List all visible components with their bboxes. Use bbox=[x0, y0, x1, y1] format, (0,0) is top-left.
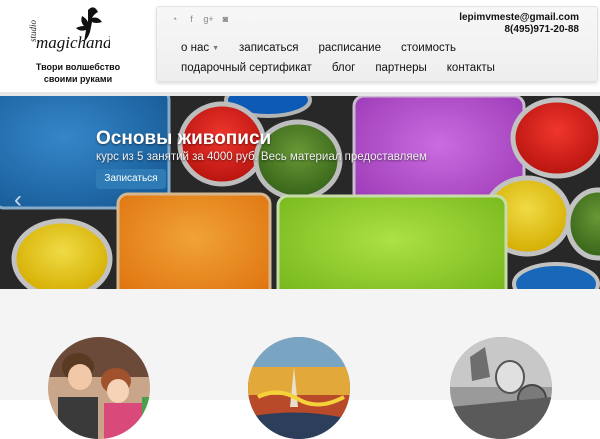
tagline-line-1: Твори волшебство bbox=[35, 62, 121, 72]
menu-panel: ◔ f g+ ◙ lepimvmeste@gmail.com 8(495)971… bbox=[156, 6, 598, 82]
contact-email[interactable]: lepimvmeste@gmail.com bbox=[459, 12, 579, 24]
facebook-icon[interactable]: f bbox=[186, 13, 197, 24]
drawing-photo bbox=[450, 337, 552, 439]
slide-title: Основы живописи bbox=[96, 128, 272, 149]
nav-item-schedule[interactable]: расписание bbox=[308, 40, 391, 56]
nav-item-prices[interactable]: стоимость bbox=[391, 40, 466, 56]
feature-image-children[interactable] bbox=[48, 337, 150, 439]
svg-text:magichands: magichands bbox=[36, 33, 110, 52]
feature-image-painting[interactable] bbox=[248, 337, 350, 439]
nav-item-partners[interactable]: партнеры bbox=[365, 60, 436, 76]
chevron-down-icon: ▼ bbox=[212, 45, 220, 52]
site-header: studio magichands Твори волшебство своим… bbox=[0, 0, 600, 92]
tagline: Твори волшебство своими руками bbox=[18, 61, 138, 85]
contact-info: lepimvmeste@gmail.com 8(495)971-20-88 bbox=[459, 12, 579, 36]
paint-cans-image bbox=[0, 96, 600, 289]
signup-button[interactable]: Записаться bbox=[96, 169, 166, 189]
feature-image-drawing[interactable] bbox=[450, 337, 552, 439]
instagram-icon[interactable]: ◙ bbox=[220, 13, 231, 24]
nav-item-signup[interactable]: записаться bbox=[229, 40, 308, 56]
slide-subtitle: курс из 5 занятий за 4000 руб. Весь мате… bbox=[96, 151, 427, 163]
google-plus-icon[interactable]: g+ bbox=[203, 13, 214, 24]
hero-slider bbox=[0, 96, 600, 289]
main-nav-row-1: о нас ▼ записаться расписание стоимость bbox=[171, 40, 466, 56]
tagline-line-2: своими руками bbox=[43, 74, 113, 84]
nav-item-blog[interactable]: блог bbox=[322, 60, 366, 76]
nav-item-contacts[interactable]: контакты bbox=[437, 60, 505, 76]
logo[interactable]: studio magichands bbox=[28, 4, 119, 58]
rss-icon[interactable]: ◔ bbox=[169, 13, 180, 24]
contact-phone[interactable]: 8(495)971-20-88 bbox=[459, 24, 580, 36]
fairy-icon: studio magichands bbox=[28, 7, 119, 52]
painting-photo bbox=[248, 337, 350, 439]
chevron-left-icon[interactable]: ‹ bbox=[10, 185, 26, 215]
social-links: ◔ f g+ ◙ bbox=[169, 13, 231, 24]
nav-item-gift-certificate[interactable]: подарочный сертификат bbox=[171, 60, 322, 76]
nav-item-about-label: о нас bbox=[181, 42, 210, 54]
children-photo bbox=[48, 337, 150, 439]
nav-item-about[interactable]: о нас ▼ bbox=[171, 40, 229, 56]
main-nav-row-2: подарочный сертификат блог партнеры конт… bbox=[171, 60, 505, 76]
